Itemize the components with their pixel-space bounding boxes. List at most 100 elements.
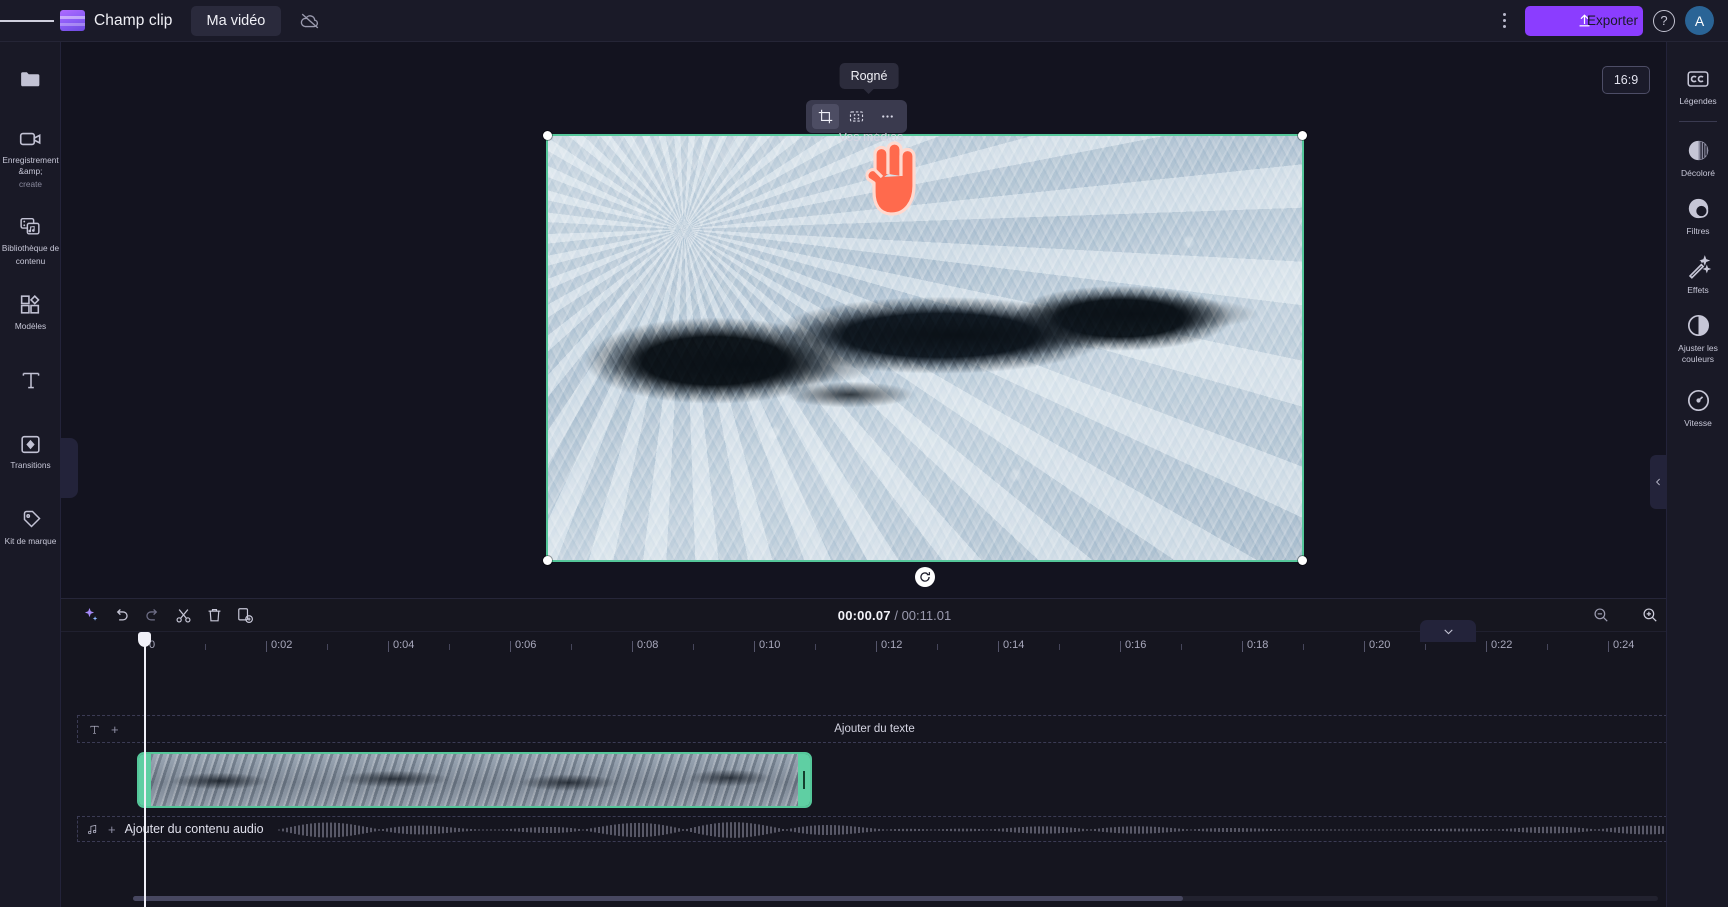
help-icon[interactable]: ? [1653,9,1675,32]
ruler-label: 0:02 [271,639,293,651]
video-frame-image [548,136,1302,560]
duplicate-button[interactable] [230,600,261,630]
video-preview-frame[interactable] [543,131,1307,565]
timeline-toolbar: 00:00.07 / 00:11.01 [61,598,1728,632]
ruler-tick-minor [937,644,938,650]
sidebar-item-text[interactable] [0,357,61,399]
sidebar-item-brand-kit[interactable]: Kit de marque [0,497,61,553]
delete-button[interactable] [199,600,230,630]
clip-trim-handle-right[interactable] [798,754,810,806]
rotate-button[interactable] [915,567,935,587]
sidebar-item-media[interactable] [0,56,61,98]
sidebar-item-fade-label: Décoloré [1680,167,1716,178]
total-timecode: 00:11.01 [901,607,952,623]
ruler-label: 0:18 [1247,639,1269,651]
playhead[interactable] [138,632,151,907]
sidebar-item-captions[interactable]: Légendes [1667,52,1728,111]
sidebar-item-speed-label: Vitesse [1684,418,1712,428]
sidebar-item-speed[interactable]: Vitesse [1667,374,1728,433]
sidebar-item-fade[interactable]: Décoloré [1667,124,1728,183]
project-name-chip[interactable]: Ma vidéo [190,5,282,36]
ruler-tick [754,641,755,652]
aspect-ratio-chip[interactable]: 16:9 [1602,66,1650,94]
add-audio-plus-icon[interactable]: + [108,822,116,837]
ruler-tick [1486,641,1487,652]
avatar[interactable]: A [1685,6,1714,35]
ruler-label: 0:14 [1003,639,1025,651]
text-track[interactable]: + Ajouter du texte [77,715,1672,743]
overflow-menu-icon[interactable] [1493,8,1515,34]
undo-button[interactable] [106,600,137,630]
ruler-label: 0:10 [759,639,781,651]
sidebar-item-content-library[interactable]: Bibliothèque de contenu [0,204,61,273]
sparkle-icon[interactable] [75,600,106,630]
video-clip[interactable] [137,752,812,808]
fit-button[interactable] [843,104,870,129]
more-options-button[interactable] [874,104,901,129]
clipchamp-logo-icon [60,10,85,31]
zoom-out-button[interactable] [1585,600,1616,630]
ruler-label: 0:08 [637,639,659,651]
sidebar-item-brand-kit-label: Kit de marque [4,535,57,546]
effects-icon [1685,254,1712,281]
timecode-display: 00:00.07 / 00:11.01 [61,608,1728,623]
current-timecode: 00:00.07 [837,607,891,623]
sidebar-item-transitions[interactable]: Transitions [0,421,61,477]
ruler-tick [998,641,999,652]
timeline-scrollbar-thumb[interactable] [133,896,1183,901]
resize-handle-bottom-left[interactable] [543,556,552,565]
split-button[interactable] [168,600,199,630]
sidebar-item-filters-label: Filtres [1686,226,1710,236]
resize-handle-bottom-right[interactable] [1298,556,1307,565]
sidebar-item-record-create[interactable]: Enregistrement &amp; create [0,116,61,196]
playhead-knob[interactable] [138,632,151,647]
sidebar-item-record-create-label: Enregistrement &amp; [2,155,59,176]
ruler-tick [388,641,389,652]
crop-button[interactable] [812,104,839,129]
ruler-tick-minor [1303,644,1304,650]
filters-icon [1685,195,1712,222]
ruler-tick [1242,641,1243,652]
right-sidebar: Légendes Décoloré Filtres Effets Ajuster… [1666,42,1728,907]
sidebar-item-transitions-label: Transitions [10,460,51,470]
fade-icon [1685,137,1712,164]
cloud-off-icon[interactable] [295,6,325,36]
sidebar-item-effects[interactable]: Effets [1667,241,1728,300]
sidebar-item-templates[interactable]: Modèles [0,282,61,338]
sidebar-item-content-library-sublabel: contenu [15,256,46,266]
resize-handle-top-left[interactable] [543,131,552,140]
ruler-tick [632,641,633,652]
redo-button[interactable] [137,600,168,630]
zoom-in-button[interactable] [1634,600,1665,630]
clipchamp-editor: Champ clip Ma vidéo Exporter ? A Enregis… [0,0,1728,907]
ruler-tick-minor [1059,644,1060,650]
sidebar-item-templates-label: Modèles [14,320,47,331]
text-icon [18,367,44,393]
ruler-label: 0:12 [881,639,903,651]
resize-handle-top-right[interactable] [1298,131,1307,140]
sidebar-item-captions-label: Légendes [1679,96,1717,106]
audio-track[interactable]: + Ajouter du contenu audio [77,816,1672,842]
brand-kit-icon [18,507,44,533]
collapse-preview-button[interactable] [1420,620,1476,642]
ruler-label: 0:24 [1613,639,1635,651]
audio-waveform [278,822,1671,838]
speedometer-icon [1685,387,1712,414]
contrast-icon [1685,312,1712,339]
brand: Champ clip [60,10,173,31]
video-camera-icon [18,126,44,152]
ruler-tick-minor [205,644,206,650]
timeline-ruler[interactable]: 0 0:02 0:04 0:06 0:08 0:10 0:12 0:14 0:16 0:18 0:2… [61,632,1728,662]
hamburger-menu-icon[interactable] [0,0,54,42]
ruler-label: 0:06 [515,639,537,651]
ruler-tick [510,641,511,652]
right-panel-collapse-tab[interactable] [1650,455,1666,509]
ruler-label: 0:22 [1491,639,1513,651]
sidebar-item-adjust-colors[interactable]: Ajuster les couleurs [1667,299,1728,368]
sidebar-item-filters[interactable]: Filtres [1667,182,1728,241]
music-note-icon [86,823,99,836]
ruler-tick [1364,641,1365,652]
left-rail-flyout-tab[interactable] [61,438,78,498]
ruler-tick [266,641,267,652]
export-button[interactable]: Exporter [1525,5,1643,36]
